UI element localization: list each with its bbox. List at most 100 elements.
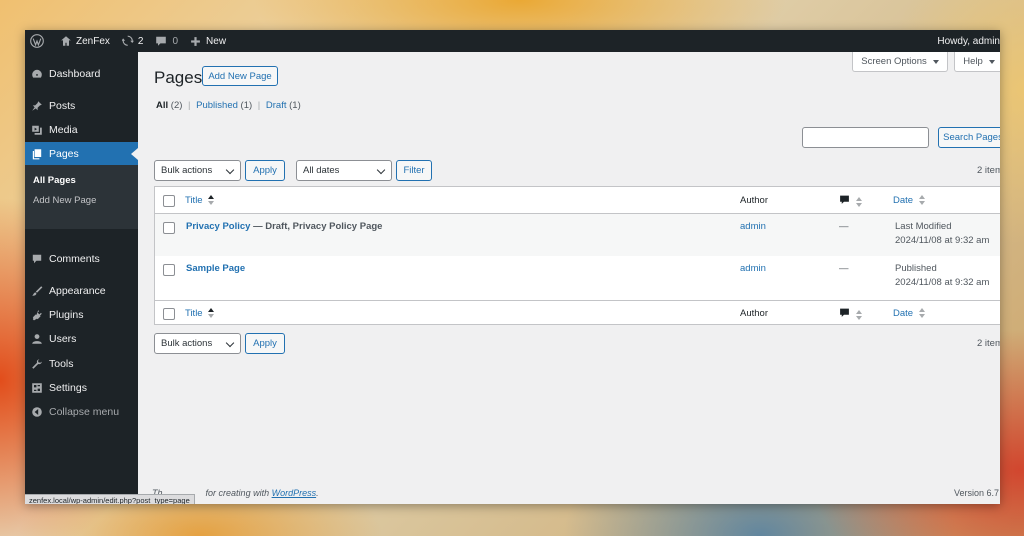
bulk-actions-label: Bulk actions — [161, 338, 213, 349]
filter-all-link[interactable]: All — [156, 100, 168, 111]
sidebar-item-dashboard[interactable]: Dashboard — [25, 62, 138, 86]
filter-separator: | — [257, 100, 261, 111]
item-count-bottom: 2 item — [977, 338, 1000, 349]
select-all-checkbox[interactable] — [163, 195, 175, 207]
home-icon — [61, 36, 71, 46]
help-button[interactable]: Help — [954, 52, 1000, 72]
sort-title-link[interactable]: Title — [185, 308, 215, 319]
row-date: 2024/11/08 at 9:32 am — [895, 235, 990, 246]
column-comments[interactable] — [839, 307, 862, 321]
new-content-button[interactable]: New — [184, 30, 232, 52]
caret-down-icon — [932, 59, 939, 64]
pages-icon — [25, 148, 49, 160]
row-post-state: — Draft, Privacy Policy Page — [253, 221, 383, 232]
sort-asc-icon — [208, 308, 215, 319]
comment-bubble-icon — [840, 308, 849, 317]
add-new-page-button[interactable]: Add New Page — [202, 66, 278, 86]
row-title-link[interactable]: Sample Page — [186, 263, 245, 274]
apply-label: Apply — [253, 165, 277, 176]
table-footer-row: Title Author Date — [155, 300, 1000, 326]
sidebar-item-comments[interactable]: Comments — [25, 247, 138, 271]
apply-button-bottom[interactable]: Apply — [245, 333, 285, 354]
column-author: Author — [740, 195, 768, 206]
admin-bar: ZenFex 2 0 New Howdy, admin — [25, 30, 1000, 52]
updates-button[interactable]: 2 — [116, 30, 150, 52]
search-pages-button[interactable]: Search Pages — [938, 127, 1000, 148]
row-date-status: Last Modified — [895, 221, 952, 232]
row-title-link[interactable]: Privacy Policy — [186, 221, 250, 232]
sort-asc-icon — [208, 195, 215, 206]
collapse-menu-button[interactable]: Collapse menu — [25, 400, 138, 424]
submenu-add-new-page[interactable]: Add New Page — [33, 195, 96, 206]
sidebar-item-label: Media — [49, 124, 78, 136]
filter-all-count: (2) — [170, 100, 183, 111]
submenu-all-pages[interactable]: All Pages — [33, 175, 76, 186]
filter-button[interactable]: Filter — [396, 160, 432, 181]
wordpress-link[interactable]: WordPress — [272, 488, 317, 498]
column-comments[interactable] — [839, 194, 862, 208]
column-date-label: Date — [893, 195, 914, 206]
sidebar-item-tools[interactable]: Tools — [25, 352, 138, 376]
sidebar-item-label: Users — [49, 333, 77, 345]
status-filter-links: All (2) | Published (1) | Draft (1) — [156, 100, 301, 111]
filter-published-link[interactable]: Published — [196, 100, 238, 111]
search-pages-input[interactable] — [802, 127, 929, 148]
sidebar-item-posts[interactable]: Posts — [25, 94, 138, 118]
new-label: New — [206, 35, 227, 47]
wordpress-logo-icon — [30, 34, 44, 48]
wrench-icon — [25, 358, 49, 370]
howdy-text: Howdy, admin — [937, 35, 1000, 47]
row-title-cell: Privacy Policy — Draft, Privacy Policy P… — [186, 221, 382, 232]
help-label: Help — [963, 56, 983, 67]
row-author-link[interactable]: admin — [740, 263, 766, 274]
row-checkbox[interactable] — [163, 222, 175, 234]
sidebar-item-media[interactable]: Media — [25, 118, 138, 142]
updates-icon — [121, 35, 134, 46]
wordpress-logo-button[interactable] — [25, 30, 50, 52]
sidebar-item-label: Tools — [49, 358, 74, 370]
select-all-checkbox[interactable] — [163, 308, 175, 320]
brush-icon — [25, 285, 49, 297]
pages-table: Title Author Date Privacy Policy — Draft — [154, 186, 1000, 325]
main-content: Screen Options Help Pages Add New Page A… — [138, 52, 1000, 504]
column-title-label: Title — [185, 308, 203, 319]
bulk-actions-select-top[interactable]: Bulk actions — [154, 160, 241, 181]
apply-button-top[interactable]: Apply — [245, 160, 285, 181]
account-menu[interactable]: Howdy, admin — [931, 30, 1000, 52]
sidebar-item-pages[interactable]: Pages — [25, 142, 138, 166]
add-new-page-label: Add New Page — [208, 70, 272, 82]
bulk-actions-select-bottom[interactable]: Bulk actions — [154, 333, 241, 354]
sidebar-item-users[interactable]: Users — [25, 327, 138, 351]
screen-options-button[interactable]: Screen Options — [852, 52, 948, 72]
updates-count: 2 — [137, 35, 144, 47]
table-header-row: Title Author Date — [155, 187, 1000, 214]
footer-thanks-end: . — [316, 488, 319, 498]
site-name-button[interactable]: ZenFex — [54, 30, 116, 52]
media-icon — [25, 124, 49, 136]
filter-draft-link[interactable]: Draft — [266, 100, 287, 111]
sidebar-item-plugins[interactable]: Plugins — [25, 303, 138, 327]
sidebar-item-appearance[interactable]: Appearance — [25, 279, 138, 303]
collapse-menu-label: Collapse menu — [49, 406, 120, 418]
dashboard-icon — [25, 68, 49, 80]
browser-status-url: zenfex.local/wp-admin/edit.php?post_type… — [25, 494, 195, 504]
row-date: 2024/11/08 at 9:32 am — [895, 277, 990, 288]
comments-count: 0 — [172, 35, 179, 47]
comment-bubble-icon — [156, 36, 167, 46]
row-checkbox[interactable] — [163, 264, 175, 276]
row-comments: — — [839, 263, 849, 274]
sort-both-icon — [918, 308, 925, 319]
table-row: Sample Page admin — Published 2024/11/08… — [155, 256, 1000, 300]
sidebar-item-settings[interactable]: Settings — [25, 376, 138, 400]
row-author-link[interactable]: admin — [740, 221, 766, 232]
sort-title-link[interactable]: Title — [185, 195, 215, 206]
chevron-down-icon — [225, 165, 235, 175]
all-dates-select[interactable]: All dates — [296, 160, 392, 181]
comment-icon — [25, 253, 49, 265]
sort-date-link[interactable]: Date — [893, 308, 925, 319]
comments-button[interactable]: 0 — [149, 30, 184, 52]
sort-date-link[interactable]: Date — [893, 195, 925, 206]
plugin-icon — [25, 309, 49, 321]
apply-label: Apply — [253, 338, 277, 349]
footer-version: Version 6.7 — [954, 488, 1000, 498]
